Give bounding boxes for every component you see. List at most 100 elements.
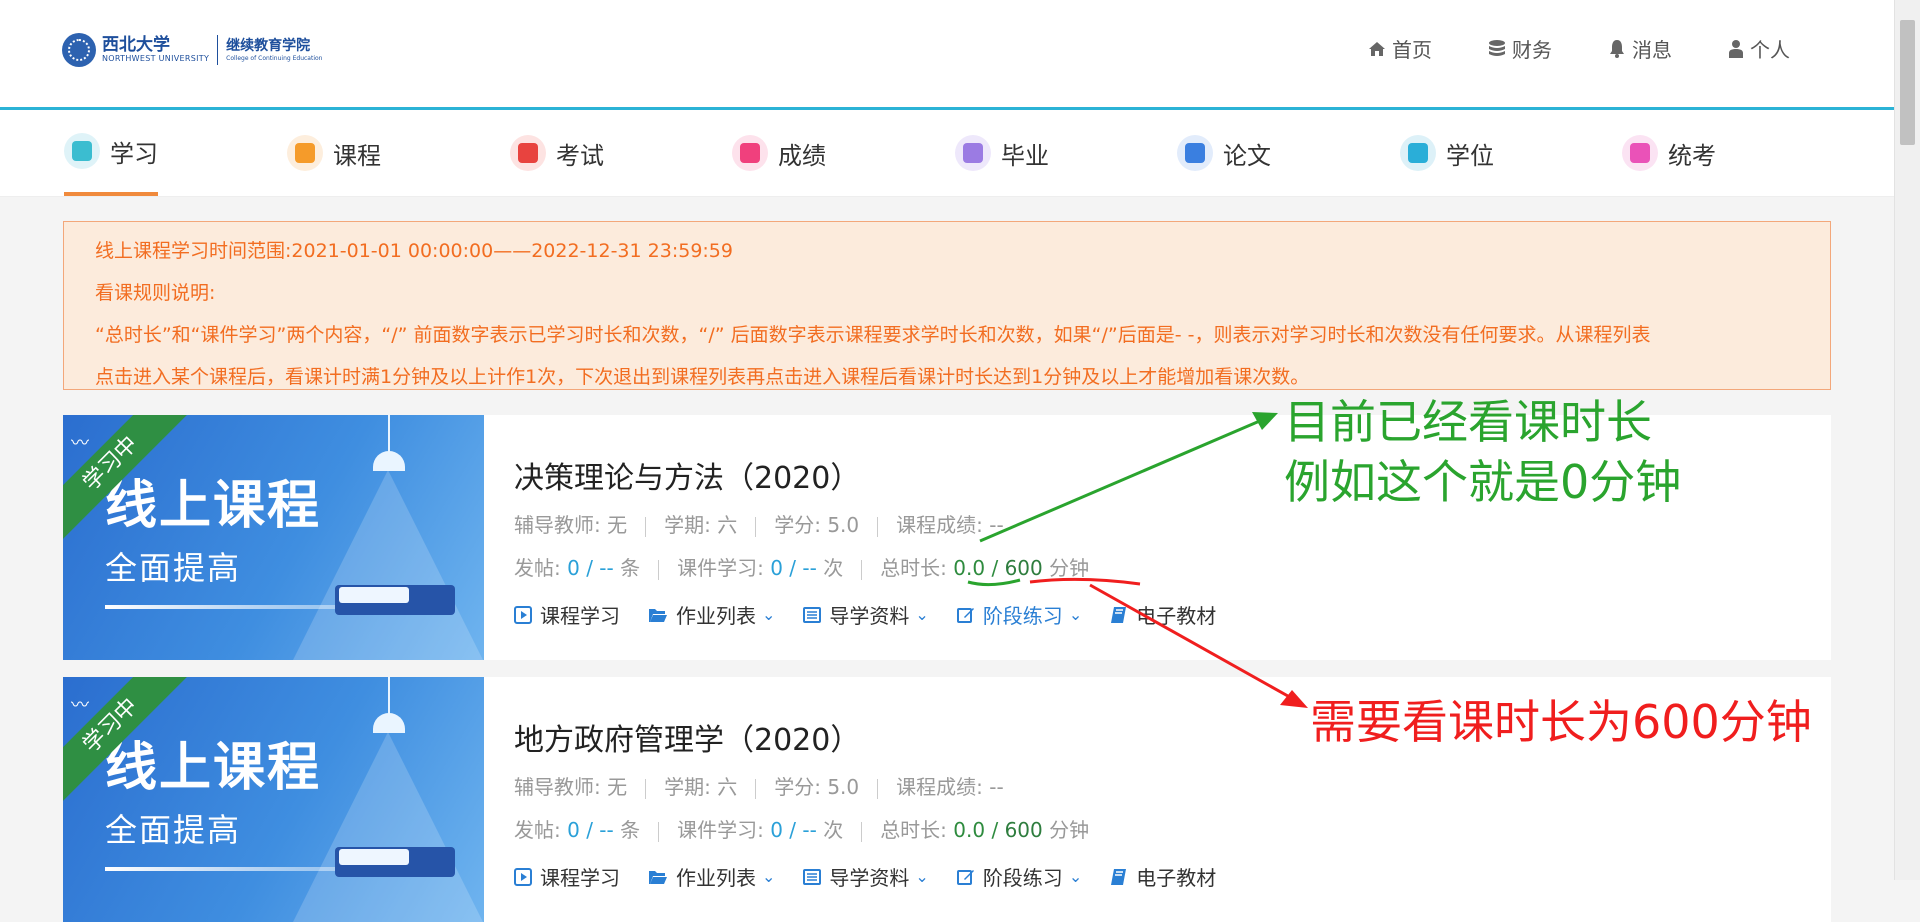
- certificate-icon: [955, 135, 991, 171]
- e-textbook-button[interactable]: 电子教材: [1110, 862, 1216, 891]
- topnav-finance-label: 财务: [1512, 38, 1552, 62]
- credit-value: 5.0: [827, 775, 860, 799]
- e-textbook-button[interactable]: 电子教材: [1110, 600, 1216, 629]
- course-progress-row: 发帖: 0 / -- 条课件学习: 0 / -- 次总时长: 0.0 / 600…: [514, 818, 1090, 842]
- topnav-messages-label: 消息: [1632, 38, 1672, 62]
- book-icon: [1110, 606, 1128, 624]
- tab-thesis[interactable]: 论文: [1177, 110, 1271, 196]
- courseware-done: 0: [770, 556, 783, 580]
- term-value: 六: [717, 775, 738, 799]
- university-seal-icon: [62, 33, 96, 67]
- pen-icon: [510, 135, 546, 171]
- list-icon: [803, 606, 822, 623]
- notice-rules-line1: “总时长”和“课件学习”两个内容，“/” 前面数字表示已学习时长和次数，“/” …: [95, 324, 1651, 346]
- tab-study[interactable]: 学习: [64, 110, 158, 196]
- grade-value: --: [989, 513, 1004, 537]
- course-banner-image[interactable]: 〰 线上课程 全面提高 学习中: [63, 677, 484, 922]
- tab-graduation-label: 毕业: [1001, 141, 1049, 170]
- courseware-required: --: [802, 556, 817, 580]
- posts-done: 0: [567, 818, 580, 842]
- course-title[interactable]: 决策理论与方法（2020）: [514, 453, 860, 497]
- logo-college-en: College of Continuing Education: [226, 54, 323, 62]
- course-study-button[interactable]: 课程学习: [514, 862, 620, 891]
- tab-exams[interactable]: 考试: [510, 110, 604, 196]
- banner-title: 线上课程: [105, 476, 322, 536]
- homework-list-dropdown[interactable]: 作业列表 ⌄: [648, 862, 775, 891]
- stage-practice-dropdown[interactable]: 阶段练习 ⌄: [956, 862, 1083, 891]
- duration-done: 0.0: [953, 818, 986, 842]
- top-header: 西北大学 NORTHWEST UNIVERSITY 继续教育学院 College…: [0, 0, 1895, 110]
- green-annotation-text: 目前已经看课时长 例如这个就是0分钟: [1284, 395, 1682, 509]
- banner-subtitle: 全面提高: [105, 811, 242, 849]
- study-guide-dropdown[interactable]: 导学资料 ⌄: [803, 862, 929, 891]
- course-actions: 课程学习 作业列表 ⌄ 导学资料 ⌄ 阶段练习 ⌄ 电子教材: [514, 600, 1244, 629]
- chevron-down-icon: ⌄: [762, 605, 776, 624]
- lamp-icon: [373, 451, 405, 471]
- chevron-down-icon: ⌄: [1068, 867, 1083, 886]
- posts-done: 0: [567, 556, 580, 580]
- study-guide-dropdown[interactable]: 导学资料 ⌄: [803, 600, 929, 629]
- topnav-messages[interactable]: 消息: [1608, 34, 1672, 63]
- chevron-down-icon: ⌄: [915, 605, 929, 624]
- list-icon: [803, 868, 822, 885]
- lamp-icon: [373, 713, 405, 733]
- tab-exams-label: 考试: [556, 141, 604, 170]
- logo-college-cn: 继续教育学院: [226, 37, 311, 54]
- posts-required: --: [599, 556, 614, 580]
- scrollbar-thumb[interactable]: [1900, 20, 1915, 145]
- homework-list-dropdown[interactable]: 作业列表 ⌄: [648, 600, 775, 629]
- chevron-down-icon: ⌄: [762, 867, 776, 886]
- chevron-down-icon: ⌄: [1068, 605, 1083, 624]
- duration-required: 600: [1004, 556, 1043, 580]
- notice-rules-heading: 看课规则说明:: [95, 282, 216, 304]
- user-icon: [1728, 39, 1744, 59]
- top-nav: 首页 财务 消息 个人: [1312, 34, 1790, 63]
- posts-required: --: [599, 818, 614, 842]
- tab-graduation[interactable]: 毕业: [955, 110, 1049, 196]
- tab-grades-label: 成绩: [778, 141, 826, 170]
- course-study-button[interactable]: 课程学习: [514, 600, 620, 629]
- bookmark-icon: [287, 135, 323, 171]
- topnav-profile[interactable]: 个人: [1728, 34, 1790, 63]
- courseware-required: --: [802, 818, 817, 842]
- folder-open-icon: [648, 869, 668, 885]
- duration-required: 600: [1004, 818, 1043, 842]
- study-icon: [64, 133, 100, 169]
- tab-courses[interactable]: 课程: [287, 110, 381, 196]
- bell-icon: [1608, 39, 1626, 59]
- stage-practice-dropdown[interactable]: 阶段练习 ⌄: [956, 600, 1083, 629]
- logo-en-name: NORTHWEST UNIVERSITY: [102, 54, 210, 63]
- tab-courses-label: 课程: [333, 141, 381, 170]
- course-progress-row: 发帖: 0 / -- 条课件学习: 0 / -- 次总时长: 0.0 / 600…: [514, 556, 1090, 580]
- tab-study-label: 学习: [110, 139, 158, 168]
- wave-decoration: 〰: [71, 695, 89, 716]
- wave-decoration: 〰: [71, 433, 89, 454]
- topnav-finance[interactable]: 财务: [1488, 34, 1552, 63]
- tab-grades[interactable]: 成绩: [732, 110, 826, 196]
- topnav-home[interactable]: 首页: [1368, 34, 1432, 63]
- folder-icon: [1622, 135, 1658, 171]
- tutor-value: 无: [607, 775, 628, 799]
- chevron-down-icon: ⌄: [915, 867, 929, 886]
- document-icon: [1177, 135, 1213, 171]
- red-annotation-text: 需要看课时长为600分钟: [1310, 695, 1812, 749]
- play-square-icon: [514, 867, 532, 886]
- vertical-scrollbar[interactable]: [1894, 0, 1920, 880]
- tab-degree[interactable]: 学位: [1400, 110, 1494, 196]
- logo-divider: [217, 35, 219, 65]
- graduation-cap-icon: [1400, 135, 1436, 171]
- duration-done: 0.0: [953, 556, 986, 580]
- course-banner-image[interactable]: 〰 线上课程 全面提高 学习中: [63, 415, 484, 660]
- database-icon: [1488, 39, 1506, 59]
- university-logo[interactable]: 西北大学 NORTHWEST UNIVERSITY 继续教育学院 College…: [62, 30, 322, 70]
- tab-degree-label: 学位: [1446, 141, 1494, 170]
- tab-thesis-label: 论文: [1223, 141, 1271, 170]
- course-title[interactable]: 地方政府管理学（2020）: [514, 715, 860, 759]
- course-actions: 课程学习 作业列表 ⌄ 导学资料 ⌄ 阶段练习 ⌄ 电子教材: [514, 862, 1244, 891]
- logo-cn-name: 西北大学: [102, 35, 170, 55]
- tab-unified-exam-label: 统考: [1668, 141, 1716, 170]
- credit-value: 5.0: [827, 513, 860, 537]
- edit-icon: [956, 868, 975, 886]
- tab-unified-exam[interactable]: 统考: [1622, 110, 1716, 196]
- play-square-icon: [514, 605, 532, 624]
